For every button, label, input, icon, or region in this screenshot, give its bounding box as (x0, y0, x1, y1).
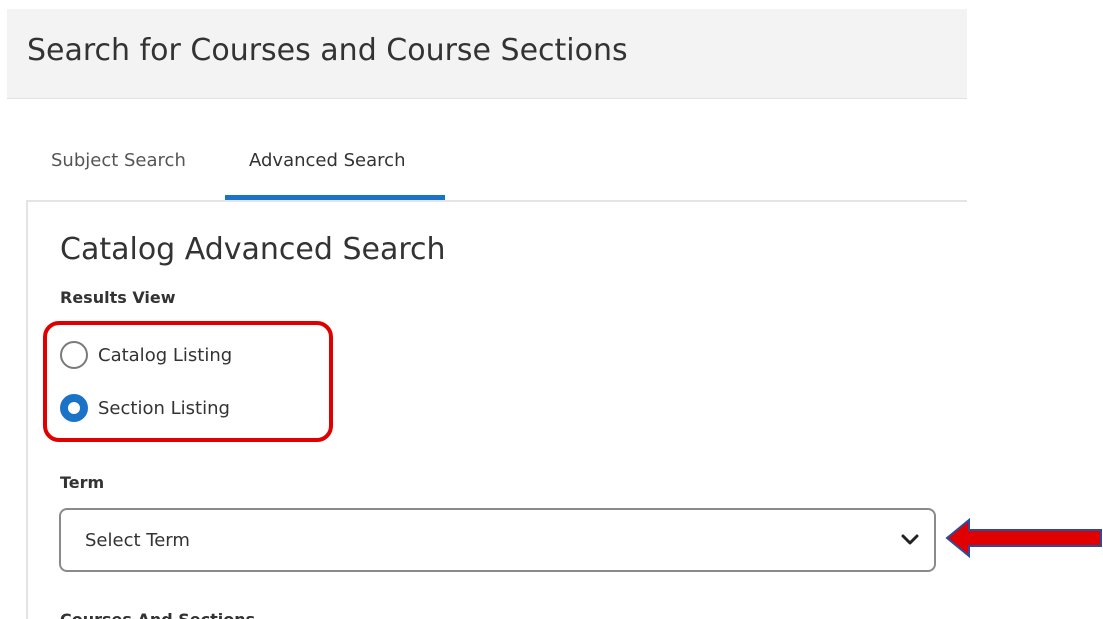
radio-catalog-listing-label[interactable]: Catalog Listing (98, 345, 232, 366)
results-view-label: Results View (60, 288, 176, 307)
courses-and-sections-label: Courses And Sections (60, 610, 255, 619)
radio-catalog-listing[interactable]: Catalog Listing (60, 341, 232, 369)
arrow-left-icon (945, 517, 1102, 559)
chevron-down-icon[interactable] (900, 532, 920, 548)
section-heading: Catalog Advanced Search (60, 232, 446, 267)
radio-section-listing-label[interactable]: Section Listing (98, 398, 230, 419)
term-select-value[interactable]: Select Term (85, 530, 190, 551)
page-title: Search for Courses and Course Sections (27, 33, 628, 68)
radio-selected-icon[interactable] (60, 394, 88, 422)
tab-subject-search[interactable]: Subject Search (51, 150, 186, 171)
tab-advanced-search[interactable]: Advanced Search (249, 150, 405, 171)
radio-section-listing[interactable]: Section Listing (60, 394, 230, 422)
radio-unselected-icon[interactable] (60, 341, 88, 369)
term-label: Term (60, 473, 105, 492)
annotation-highlight-box (43, 321, 333, 442)
page-header: Search for Courses and Course Sections (7, 9, 967, 99)
term-select[interactable]: Select Term (59, 508, 936, 572)
